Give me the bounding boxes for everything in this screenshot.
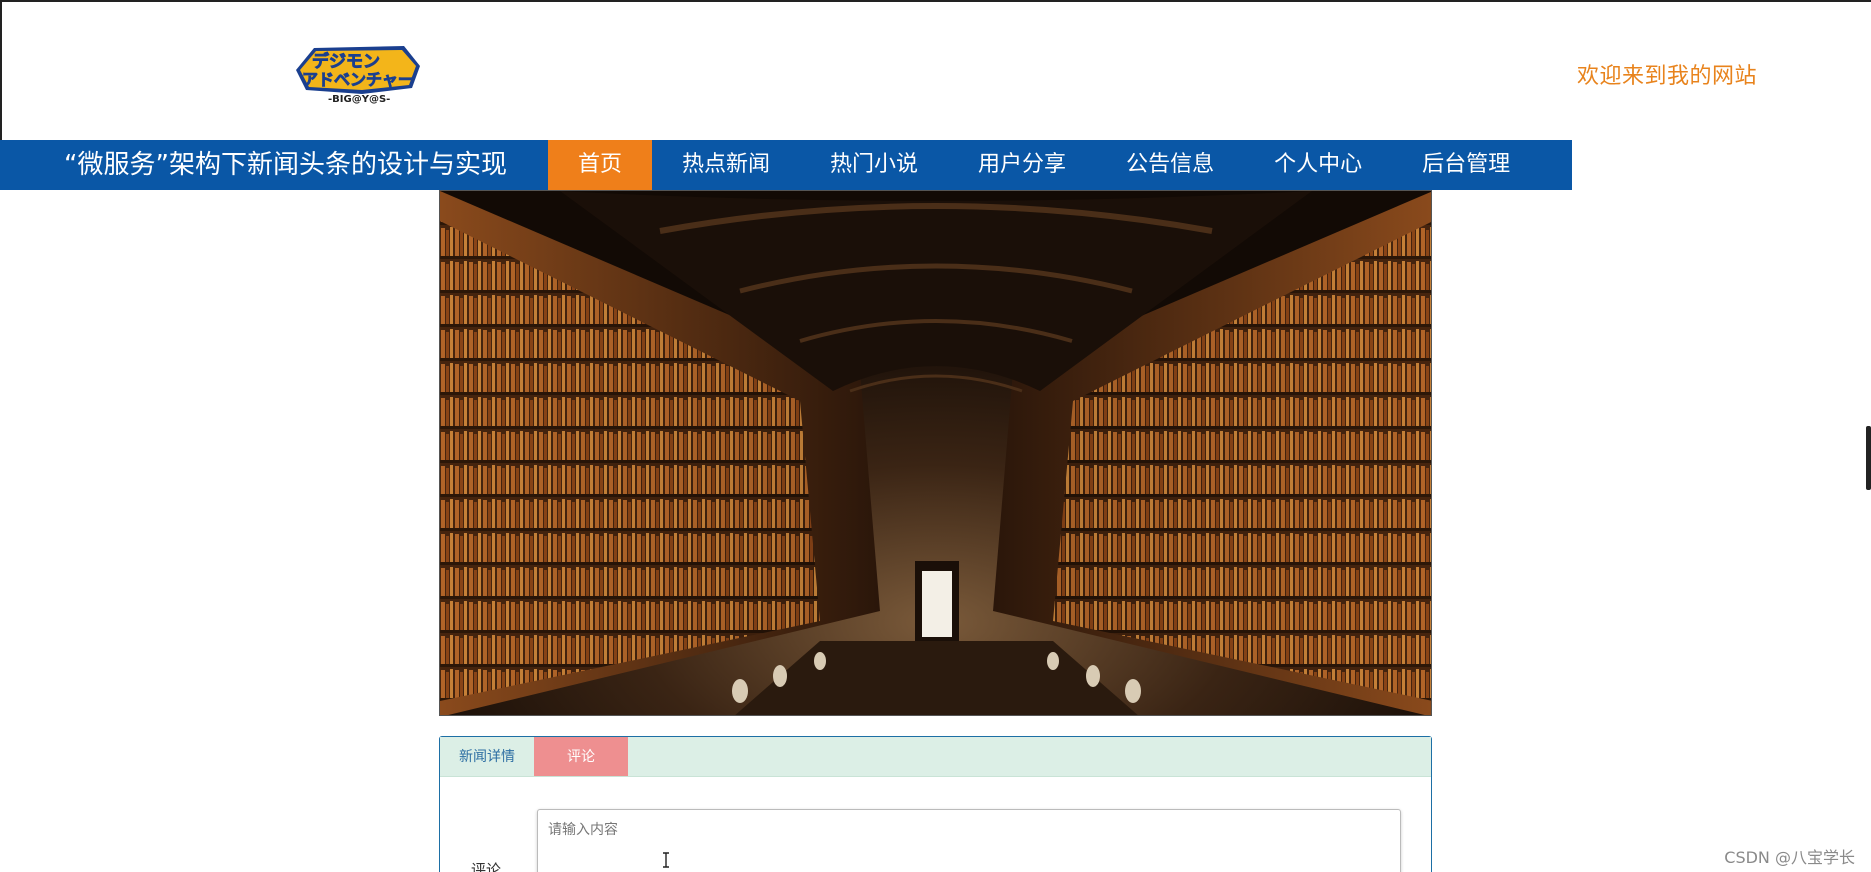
csdn-watermark: CSDN @八宝学长 [1724, 848, 1855, 867]
news-detail-tabs: 新闻详情 评论 评论 [439, 736, 1432, 872]
tab-header: 新闻详情 评论 [440, 737, 1431, 777]
welcome-text: 欢迎来到我的网站 [1576, 64, 1757, 89]
nav-item-personal-center[interactable]: 个人中心 [1244, 140, 1392, 190]
logo-text: -BIG@Y@S- [328, 94, 390, 105]
tab-news-detail[interactable]: 新闻详情 [440, 737, 534, 776]
site-header: デジモン アドベンチャー -BIG@Y@S- 欢迎来到我的网站 [0, 0, 1871, 140]
digimon-adventure-logo-icon[interactable]: デジモン アドベンチャー -BIG@Y@S- [292, 40, 424, 108]
banner-illustration [440, 191, 1431, 715]
site-title: “微服务”架构下新闻头条的设计与实现 [64, 150, 507, 180]
svg-text:アドベンチャー: アドベンチャー [302, 70, 414, 89]
tab-comment[interactable]: 评论 [534, 737, 628, 776]
nav-item-admin[interactable]: 后台管理 [1392, 140, 1540, 190]
nav-item-hot-news[interactable]: 热点新闻 [652, 140, 800, 190]
nav-item-home[interactable]: 首页 [548, 140, 653, 190]
nav-item-user-share[interactable]: 用户分享 [948, 140, 1096, 190]
nav-item-announcements[interactable]: 公告信息 [1096, 140, 1244, 190]
main-navbar: “微服务”架构下新闻头条的设计与实现 首页 热点新闻 热门小说 用户分享 公告信… [0, 140, 1871, 190]
library-hall-banner-image [439, 190, 1432, 716]
nav-item-popular-novels[interactable]: 热门小说 [800, 140, 948, 190]
svg-text:デジモン: デジモン [312, 51, 380, 72]
text-cursor-icon [663, 852, 669, 868]
scrollbar-thumb[interactable] [1866, 426, 1871, 490]
comment-label: 评论 [471, 861, 502, 872]
